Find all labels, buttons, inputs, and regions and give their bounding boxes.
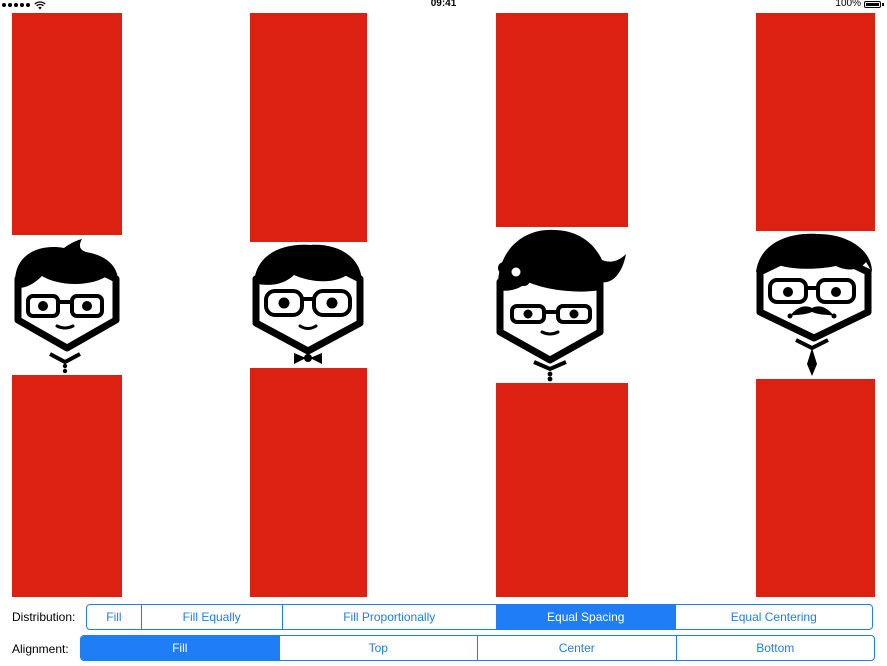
battery-icon bbox=[864, 0, 881, 8]
distribution-label: Distribution: bbox=[12, 610, 76, 624]
top-block bbox=[756, 13, 875, 231]
alignment-segmented-control: Fill Top Center Bottom bbox=[80, 635, 875, 661]
status-time: 09:41 bbox=[430, 0, 457, 9]
alignment-option-bottom[interactable]: Bottom bbox=[677, 636, 875, 660]
distribution-segmented-control: Fill Fill Equally Fill Proportionally Eq… bbox=[86, 604, 873, 630]
alignment-option-center[interactable]: Center bbox=[478, 636, 677, 660]
alignment-label: Alignment: bbox=[12, 642, 69, 656]
top-block bbox=[496, 13, 628, 227]
distribution-option-equal-spacing[interactable]: Equal Spacing bbox=[496, 605, 676, 629]
man-with-mustache-icon bbox=[756, 233, 872, 376]
bottom-block bbox=[496, 383, 628, 597]
top-block bbox=[12, 13, 122, 235]
bottom-block bbox=[756, 379, 875, 597]
alignment-option-fill[interactable]: Fill bbox=[81, 636, 280, 660]
battery-cap bbox=[882, 2, 884, 6]
distribution-option-fill-equally[interactable]: Fill Equally bbox=[142, 605, 283, 629]
bottom-block bbox=[12, 375, 122, 597]
distribution-option-fill[interactable]: Fill bbox=[87, 605, 142, 629]
boy-with-glasses-icon bbox=[14, 239, 120, 373]
status-bar: 09:41 100% bbox=[0, 0, 887, 10]
boy-with-bowtie-icon bbox=[252, 244, 364, 364]
alignment-option-top[interactable]: Top bbox=[280, 636, 478, 660]
top-block bbox=[250, 13, 367, 242]
distribution-option-fill-proportionally[interactable]: Fill Proportionally bbox=[283, 605, 497, 629]
distribution-option-equal-centering[interactable]: Equal Centering bbox=[676, 605, 873, 629]
girl-with-flower-icon bbox=[496, 229, 626, 382]
bottom-block bbox=[250, 368, 367, 597]
battery-percent: 100% bbox=[835, 0, 861, 9]
